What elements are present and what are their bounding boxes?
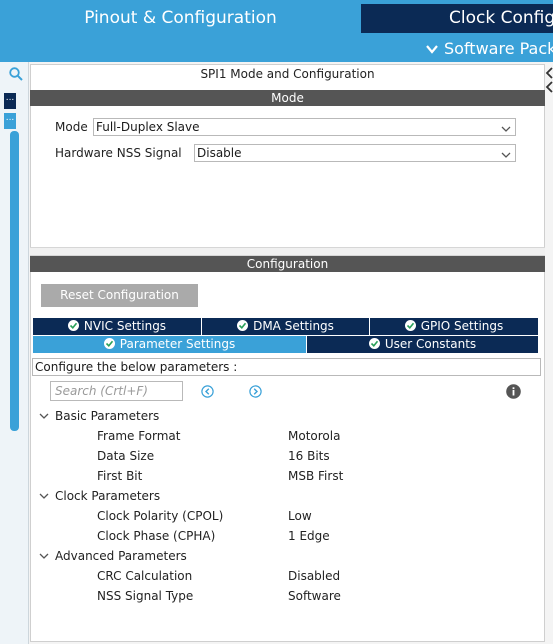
info-icon[interactable]: [506, 384, 521, 399]
param-value[interactable]: Motorola: [288, 429, 340, 443]
section-splitter[interactable]: [30, 247, 545, 256]
param-value[interactable]: MSB First: [288, 469, 343, 483]
chevron-down-icon: [39, 409, 49, 423]
check-circle-icon: [404, 320, 416, 331]
chevron-down-icon: [426, 38, 438, 64]
configuration-section-header: Configuration: [30, 256, 545, 272]
check-circle-icon: [67, 320, 79, 331]
param-name[interactable]: Clock Phase (CPHA): [97, 529, 215, 543]
reset-configuration-button[interactable]: Reset Configuration: [41, 284, 198, 307]
group-label: Basic Parameters: [55, 409, 160, 423]
categories-toggle-button[interactable]: ...: [4, 93, 16, 109]
param-value[interactable]: Disabled: [288, 569, 340, 583]
tab-nvic-settings[interactable]: NVIC Settings: [33, 318, 201, 335]
chevron-down-icon: [501, 148, 511, 158]
search-previous-icon[interactable]: [201, 385, 214, 398]
group-basic-parameters[interactable]: Basic Parameters: [39, 409, 159, 423]
tab-dma-settings[interactable]: DMA Settings: [202, 318, 369, 335]
tab-label: NVIC Settings: [83, 319, 167, 333]
panel-title: SPI1 Mode and Configuration: [200, 67, 375, 81]
param-name[interactable]: CRC Calculation: [97, 569, 192, 583]
mode-label: Mode: [55, 120, 88, 134]
hardware-nss-select[interactable]: Disable: [194, 144, 516, 162]
software-packs-menu[interactable]: Software Packs: [426, 36, 553, 62]
collapse-panel-icon[interactable]: [545, 66, 553, 96]
alphabetical-toggle-button[interactable]: ...: [4, 113, 16, 129]
param-name[interactable]: Frame Format: [97, 429, 181, 443]
hardware-nss-label: Hardware NSS Signal: [55, 146, 182, 160]
param-name[interactable]: Data Size: [97, 449, 154, 463]
right-edge-strip: [545, 62, 553, 644]
hardware-nss-value: Disable: [197, 146, 242, 160]
tab-user-constants[interactable]: User Constants: [307, 336, 538, 353]
tab-pinout-configuration[interactable]: Pinout & Configuration: [0, 0, 361, 36]
group-clock-parameters[interactable]: Clock Parameters: [39, 489, 160, 503]
group-label: Advanced Parameters: [55, 549, 187, 563]
tab-label: GPIO Settings: [420, 319, 504, 333]
tab-label: DMA Settings: [253, 319, 334, 333]
check-circle-icon: [368, 338, 380, 349]
tab-label: Parameter Settings: [119, 337, 236, 351]
param-name[interactable]: First Bit: [97, 469, 142, 483]
software-packs-label: Software Packs: [444, 39, 553, 58]
group-label: Clock Parameters: [55, 489, 161, 503]
check-circle-icon: [103, 338, 115, 349]
param-value[interactable]: 16 Bits: [288, 449, 330, 463]
mode-select-value: Full-Duplex Slave: [96, 120, 200, 134]
tab-parameter-settings[interactable]: Parameter Settings: [33, 336, 306, 353]
tab-gpio-settings[interactable]: GPIO Settings: [370, 318, 538, 335]
mode-select[interactable]: Full-Duplex Slave: [93, 118, 516, 136]
chevron-down-icon: [39, 489, 49, 503]
tab-clock-configuration[interactable]: Clock Configuration: [361, 4, 553, 33]
param-value[interactable]: Software: [288, 589, 341, 603]
param-name[interactable]: Clock Polarity (CPOL): [97, 509, 223, 523]
check-circle-icon: [237, 320, 249, 331]
sidebar-scrollbar[interactable]: [10, 131, 19, 431]
search-next-icon[interactable]: [249, 385, 262, 398]
chevron-down-icon: [39, 549, 49, 563]
group-advanced-parameters[interactable]: Advanced Parameters: [39, 549, 187, 563]
chevron-down-icon: [501, 122, 511, 132]
param-value[interactable]: Low: [288, 509, 312, 523]
mode-section-header: Mode: [30, 90, 545, 106]
configure-hint: Configure the below parameters :: [32, 358, 541, 376]
tab-label: User Constants: [384, 337, 477, 351]
param-name[interactable]: NSS Signal Type: [97, 589, 193, 603]
param-value[interactable]: 1 Edge: [288, 529, 330, 543]
search-icon[interactable]: [9, 67, 23, 81]
search-input[interactable]: Search (Crtl+F): [50, 381, 183, 401]
